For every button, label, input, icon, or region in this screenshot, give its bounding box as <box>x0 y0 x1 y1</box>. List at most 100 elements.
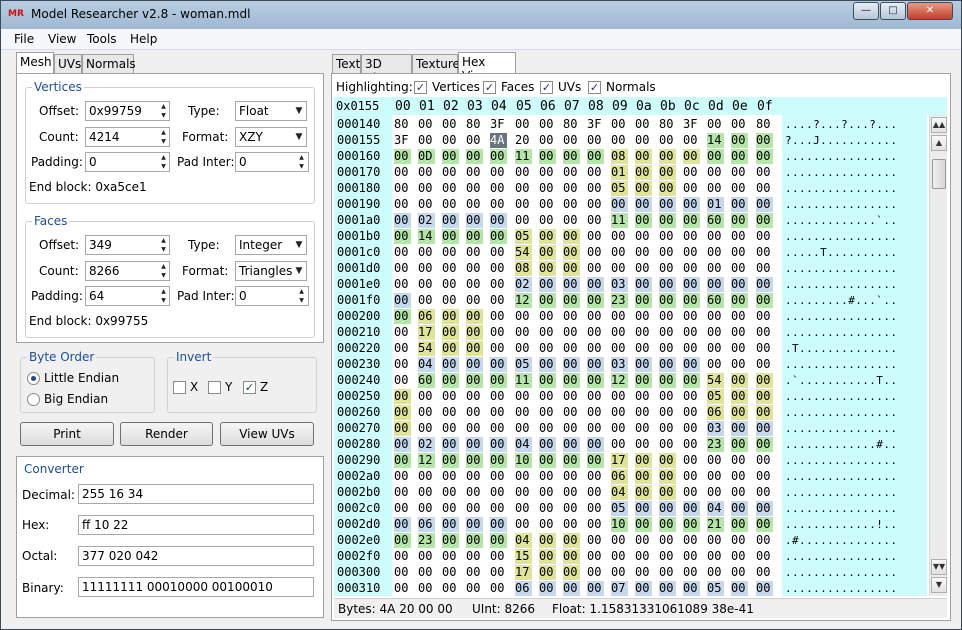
hex-byte-cell[interactable]: 00 <box>539 293 556 308</box>
hex-byte-cell[interactable]: 00 <box>563 309 580 324</box>
hex-byte-cell[interactable]: 00 <box>683 549 700 564</box>
hex-byte-cell[interactable]: 00 <box>587 293 604 308</box>
hex-byte-cell[interactable]: 00 <box>611 309 628 324</box>
hex-byte-cell[interactable]: 00 <box>731 293 748 308</box>
hex-byte-cell[interactable]: 00 <box>756 357 773 372</box>
hex-byte-cell[interactable]: 00 <box>418 133 435 148</box>
hex-byte-cell[interactable]: 00 <box>756 517 773 532</box>
hex-byte-cell[interactable]: 00 <box>466 469 483 484</box>
faces-count-spinner[interactable]: ▲ ▼ <box>158 262 169 280</box>
hex-byte-cell[interactable]: 00 <box>539 389 556 404</box>
hex-byte-cell[interactable]: 00 <box>659 373 676 388</box>
hex-byte-cell[interactable]: 00 <box>394 485 411 500</box>
hex-byte-cell[interactable]: 00 <box>539 213 556 228</box>
hex-byte-cell[interactable]: 00 <box>587 373 604 388</box>
hex-byte-cell[interactable]: 00 <box>563 341 580 356</box>
hex-byte-cell[interactable]: 00 <box>490 181 507 196</box>
hex-byte-cell[interactable]: 00 <box>490 373 507 388</box>
hex-byte-cell[interactable]: 00 <box>635 469 652 484</box>
hex-byte-cell[interactable]: 00 <box>563 421 580 436</box>
hex-byte-cell[interactable]: 00 <box>683 421 700 436</box>
hex-byte-cell[interactable]: 00 <box>539 229 556 244</box>
hex-byte-cell[interactable]: 00 <box>466 213 483 228</box>
hex-byte-cell[interactable]: 00 <box>683 485 700 500</box>
hex-byte-cell[interactable]: 00 <box>563 277 580 292</box>
hex-byte-cell[interactable]: 00 <box>466 229 483 244</box>
hex-byte-cell[interactable]: 00 <box>394 389 411 404</box>
hex-byte-cell[interactable]: 23 <box>707 437 724 452</box>
hex-byte-cell[interactable]: 00 <box>683 565 700 580</box>
hex-byte-cell[interactable]: 00 <box>587 421 604 436</box>
hex-byte-cell[interactable]: 00 <box>683 389 700 404</box>
hex-byte-cell[interactable]: 00 <box>587 325 604 340</box>
hex-byte-cell[interactable]: 00 <box>539 133 556 148</box>
faces-pad-inter-spinner[interactable]: ▲ ▼ <box>296 287 307 305</box>
hex-byte-cell[interactable]: 00 <box>466 565 483 580</box>
hex-byte-cell[interactable]: 00 <box>515 405 532 420</box>
hex-byte-cell[interactable]: 00 <box>659 245 676 260</box>
hex-byte-cell[interactable]: 00 <box>731 117 748 132</box>
hex-byte-cell[interactable]: 00 <box>659 549 676 564</box>
hex-byte-cell[interactable]: 00 <box>394 229 411 244</box>
hex-byte-cell[interactable]: 00 <box>394 517 411 532</box>
hex-byte-cell[interactable]: 00 <box>394 533 411 548</box>
hex-byte-cell[interactable]: 00 <box>683 133 700 148</box>
hex-byte-cell[interactable]: 00 <box>635 165 652 180</box>
hex-byte-cell[interactable]: 00 <box>539 277 556 292</box>
hex-byte-cell[interactable]: 06 <box>515 581 532 596</box>
hex-byte-cell[interactable]: 3F <box>394 133 411 148</box>
hex-byte-cell[interactable]: 00 <box>731 421 748 436</box>
hex-byte-cell[interactable]: 06 <box>418 517 435 532</box>
hex-byte-cell[interactable]: 00 <box>731 181 748 196</box>
hex-byte-cell[interactable]: 00 <box>635 309 652 324</box>
hex-byte-cell[interactable]: 00 <box>490 357 507 372</box>
hex-byte-cell[interactable]: 00 <box>635 357 652 372</box>
hex-byte-cell[interactable]: 00 <box>611 117 628 132</box>
hex-byte-cell[interactable]: 00 <box>731 165 748 180</box>
hex-byte-cell[interactable]: 00 <box>707 325 724 340</box>
close-button[interactable]: ✕ <box>907 2 953 20</box>
hex-byte-cell[interactable]: 00 <box>731 229 748 244</box>
hex-byte-cell[interactable]: 00 <box>611 549 628 564</box>
hex-byte-cell[interactable]: 00 <box>539 565 556 580</box>
hex-byte-cell[interactable]: 00 <box>466 133 483 148</box>
hex-byte-cell[interactable]: 00 <box>466 437 483 452</box>
hex-byte-cell[interactable]: 00 <box>442 469 459 484</box>
hex-byte-cell[interactable]: 00 <box>394 245 411 260</box>
hex-byte-cell[interactable]: 03 <box>611 277 628 292</box>
hex-byte-cell[interactable]: 00 <box>683 181 700 196</box>
hex-byte-cell[interactable]: 00 <box>466 341 483 356</box>
hex-byte-cell[interactable]: 00 <box>756 277 773 292</box>
hex-byte-cell[interactable]: 3F <box>587 117 604 132</box>
hex-byte-cell[interactable]: 00 <box>635 117 652 132</box>
menu-tools[interactable]: Tools <box>87 32 117 46</box>
hex-byte-cell[interactable]: 00 <box>659 469 676 484</box>
hex-byte-cell[interactable]: 00 <box>442 197 459 212</box>
hex-byte-cell[interactable]: 00 <box>587 133 604 148</box>
hex-byte-cell[interactable]: 00 <box>683 229 700 244</box>
hex-byte-cell[interactable]: 00 <box>442 181 459 196</box>
hex-byte-cell[interactable]: 00 <box>659 533 676 548</box>
hex-byte-cell[interactable]: 00 <box>394 581 411 596</box>
hex-byte-cell[interactable]: 00 <box>635 373 652 388</box>
hex-byte-cell[interactable]: 00 <box>611 533 628 548</box>
hex-byte-cell[interactable]: 00 <box>442 501 459 516</box>
hex-byte-cell[interactable]: 00 <box>515 341 532 356</box>
hex-byte-cell[interactable]: 00 <box>707 245 724 260</box>
hex-byte-cell[interactable]: 00 <box>611 405 628 420</box>
hex-byte-cell[interactable]: 00 <box>490 325 507 340</box>
hex-byte-cell[interactable]: 00 <box>731 533 748 548</box>
hex-byte-cell[interactable]: 01 <box>611 165 628 180</box>
hex-byte-cell[interactable]: 00 <box>756 453 773 468</box>
hex-byte-cell[interactable]: 00 <box>394 325 411 340</box>
hex-byte-cell[interactable]: 00 <box>539 181 556 196</box>
hex-byte-cell[interactable]: 00 <box>442 485 459 500</box>
hex-byte-cell[interactable]: 03 <box>707 421 724 436</box>
hex-byte-cell[interactable]: 00 <box>756 149 773 164</box>
hex-byte-cell[interactable]: 00 <box>418 485 435 500</box>
hex-byte-cell[interactable]: 00 <box>563 325 580 340</box>
hex-byte-cell[interactable]: 00 <box>635 277 652 292</box>
minimize-button[interactable]: — <box>853 2 879 20</box>
hex-byte-cell[interactable]: 00 <box>515 117 532 132</box>
hex-byte-cell[interactable]: 80 <box>756 117 773 132</box>
